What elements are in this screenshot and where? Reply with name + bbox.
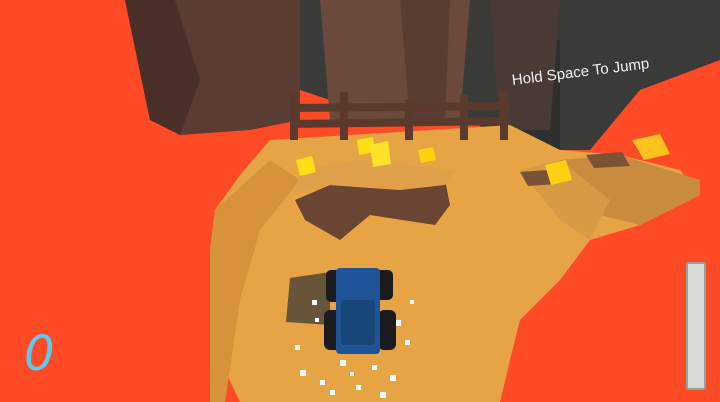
game-viewport[interactable]: 0 Hold Space To Jump xyxy=(0,0,720,402)
score-counter: 0 xyxy=(24,326,55,382)
car-shadow xyxy=(286,272,330,325)
yellow-cube xyxy=(370,141,391,167)
jump-charge-meter xyxy=(686,262,706,390)
player-car xyxy=(324,268,396,354)
